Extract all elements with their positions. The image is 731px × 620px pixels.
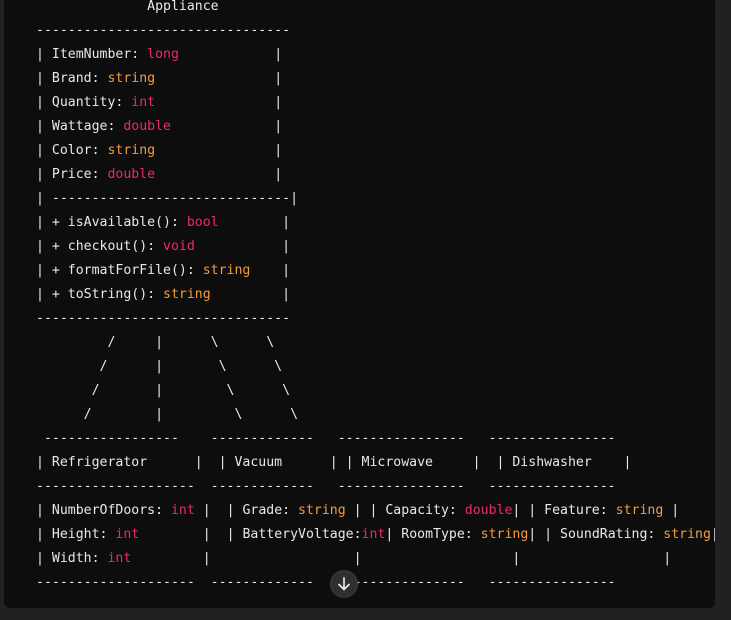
- code-type-token: int: [361, 527, 386, 542]
- code-text: |: [170, 119, 283, 134]
- code-text: / | \ \: [36, 383, 291, 398]
- code-text: |: [663, 503, 680, 518]
- code-text: |: [218, 215, 291, 230]
- code-type-token: int: [170, 503, 195, 518]
- code-text: |: [155, 71, 283, 86]
- code-text: | Width:: [36, 551, 108, 566]
- code-text: | Brand:: [36, 71, 108, 86]
- code-text: | RoomType:: [385, 527, 481, 542]
- code-line: | Refrigerator | | Vacuum | | Microwave …: [36, 451, 715, 475]
- code-type-token: int: [115, 527, 140, 542]
- code-text: | Quantity:: [36, 95, 132, 110]
- code-type-token: bool: [186, 215, 219, 230]
- code-text: | | | |: [131, 551, 672, 566]
- code-line: / | \ \: [36, 379, 715, 403]
- code-line: Appliance: [36, 0, 715, 19]
- code-type-token: string: [163, 287, 211, 302]
- code-text: | | Capacity:: [345, 503, 465, 518]
- code-text: |: [210, 287, 291, 302]
- code-type-token: string: [615, 503, 664, 518]
- code-line: | ------------------------------|: [36, 187, 715, 211]
- code-text: | | SoundRating:: [528, 527, 664, 542]
- code-line: / | \ \: [36, 331, 715, 355]
- code-line: --------------------------------: [36, 19, 715, 43]
- code-line: -------------------- ------------- -----…: [36, 571, 715, 595]
- code-line: | Color: string |: [36, 139, 715, 163]
- code-type-token: long: [147, 47, 179, 62]
- code-text: | NumberOfDoors:: [36, 503, 171, 518]
- code-type-token: string: [663, 527, 711, 542]
- code-line: | Wattage: double |: [36, 115, 715, 139]
- code-type-token: int: [107, 551, 132, 566]
- code-type-token: string: [107, 71, 156, 86]
- arrow-down-icon: [338, 577, 350, 591]
- code-text: | | Grade:: [194, 503, 299, 518]
- code-block-panel: Appliance -------------------------------…: [4, 0, 715, 608]
- code-text: |: [250, 263, 291, 278]
- code-text: --------------------------------: [36, 23, 291, 38]
- code-text: | | BatteryVoltage:: [139, 527, 362, 542]
- code-type-token: int: [131, 95, 156, 110]
- code-text: -------------------- ------------- -----…: [36, 479, 616, 494]
- code-line: | + checkout(): void |: [36, 235, 715, 259]
- code-text: / | \ \: [36, 407, 299, 422]
- code-line: | Width: int | | | |: [36, 547, 715, 571]
- code-line: | + toString(): string |: [36, 283, 715, 307]
- code-text: | Wattage:: [36, 119, 124, 134]
- code-line: | ItemNumber: long |: [36, 43, 715, 67]
- code-line: | + isAvailable(): bool |: [36, 211, 715, 235]
- code-text: |: [194, 239, 291, 254]
- code-type-token: string: [107, 143, 156, 158]
- code-text: / | \ \: [36, 335, 275, 350]
- code-type-token: double: [464, 503, 513, 518]
- code-line: | Price: double |: [36, 163, 715, 187]
- code-text: |: [155, 143, 283, 158]
- code-type-token: string: [298, 503, 346, 518]
- code-text: | Color:: [36, 143, 108, 158]
- code-text: |: [710, 527, 715, 542]
- code-text: | | Feature:: [512, 503, 616, 518]
- code-block: Appliance -------------------------------…: [36, 0, 715, 595]
- code-text: | ItemNumber:: [36, 47, 148, 62]
- code-text: | Refrigerator | | Vacuum | | Microwave …: [36, 455, 632, 470]
- code-line: / | \ \: [36, 355, 715, 379]
- code-line: / | \ \: [36, 403, 715, 427]
- code-text: |: [178, 47, 283, 62]
- code-line: | Quantity: int |: [36, 91, 715, 115]
- code-text: --------------------------------: [36, 311, 291, 326]
- code-type-token: void: [163, 239, 195, 254]
- code-type-token: double: [123, 119, 171, 134]
- code-line: | Height: int | | BatteryVoltage:int| Ro…: [36, 523, 715, 547]
- code-line: | + formatForFile(): string |: [36, 259, 715, 283]
- code-line: | Brand: string |: [36, 67, 715, 91]
- code-text: | + isAvailable():: [36, 215, 187, 230]
- code-text: | Price:: [36, 167, 108, 182]
- code-text: / | \ \: [36, 359, 283, 374]
- code-text: ----------------- ------------- --------…: [36, 431, 616, 446]
- scroll-down-button[interactable]: [330, 570, 358, 598]
- code-text: | + toString():: [36, 287, 164, 302]
- code-text: | + checkout():: [36, 239, 164, 254]
- code-text: |: [155, 95, 283, 110]
- code-type-token: string: [480, 527, 529, 542]
- code-line: ----------------- ------------- --------…: [36, 427, 715, 451]
- code-line: | NumberOfDoors: int | | Grade: string |…: [36, 499, 715, 523]
- code-type-token: double: [107, 167, 156, 182]
- code-text: |: [155, 167, 283, 182]
- code-text: | ------------------------------|: [36, 191, 299, 206]
- code-line: --------------------------------: [36, 307, 715, 331]
- code-type-token: string: [202, 263, 251, 278]
- code-text: | Height:: [36, 527, 116, 542]
- code-line: -------------------- ------------- -----…: [36, 475, 715, 499]
- code-text: | + formatForFile():: [36, 263, 203, 278]
- code-text: -------------------- ------------- -----…: [36, 575, 616, 590]
- code-text: Appliance: [36, 0, 219, 14]
